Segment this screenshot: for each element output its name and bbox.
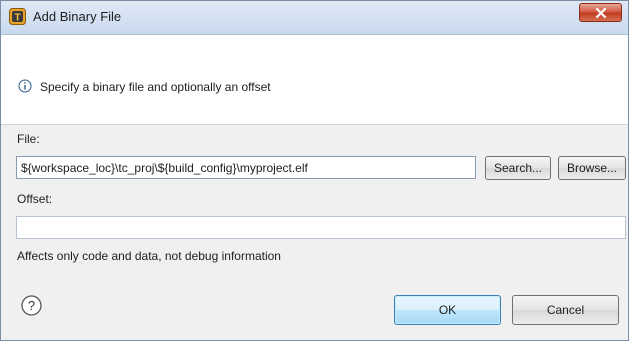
dialog-title: Add Binary File: [33, 9, 122, 24]
ok-button[interactable]: OK: [394, 295, 501, 325]
offset-note: Affects only code and data, not debug in…: [17, 249, 281, 263]
cancel-button[interactable]: Cancel: [512, 295, 619, 325]
title-bar[interactable]: T Add Binary File: [1, 1, 628, 35]
help-icon[interactable]: ?: [21, 295, 42, 316]
svg-text:?: ?: [28, 298, 35, 313]
browse-button[interactable]: Browse...: [558, 156, 626, 180]
svg-text:T: T: [14, 13, 20, 24]
info-icon: [18, 79, 32, 93]
file-path-input[interactable]: [16, 156, 476, 179]
search-button[interactable]: Search...: [485, 156, 551, 180]
file-label: File:: [17, 132, 40, 146]
add-binary-file-dialog: T Add Binary File Specify a binary file …: [0, 0, 629, 341]
dialog-header: Specify a binary file and optionally an …: [1, 35, 628, 125]
header-message: Specify a binary file and optionally an …: [40, 80, 271, 94]
close-icon: [595, 8, 607, 18]
eclipse-app-icon: T: [9, 8, 26, 25]
close-button[interactable]: [579, 3, 622, 22]
offset-input[interactable]: [16, 216, 626, 239]
offset-label: Offset:: [17, 192, 53, 206]
